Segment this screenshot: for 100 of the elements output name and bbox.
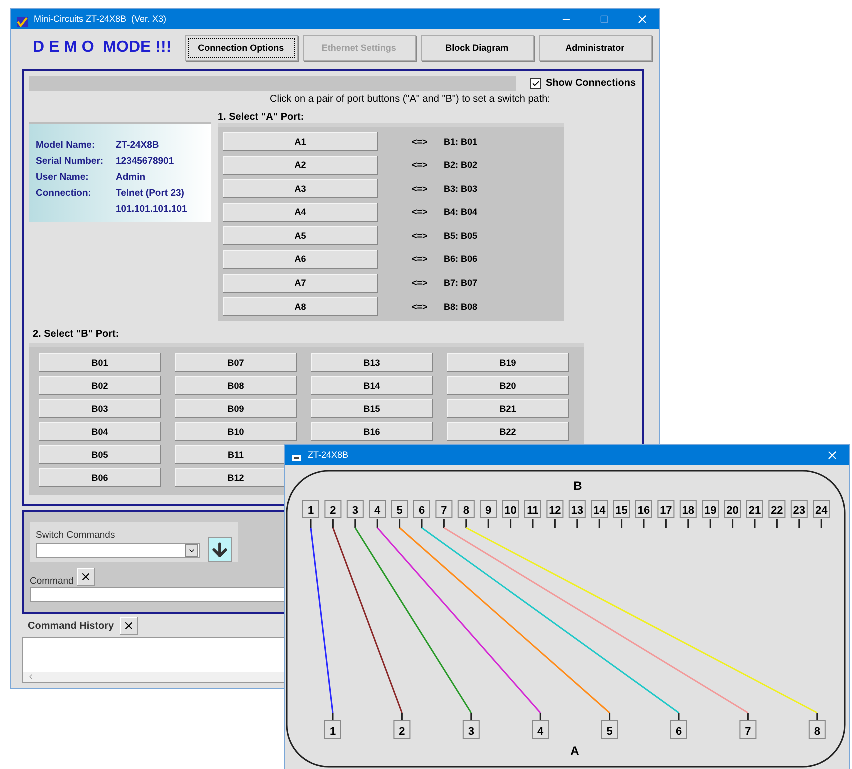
b-port-box: 12 (546, 500, 564, 518)
port-mapping: B6: B06 (444, 254, 478, 264)
link-symbol: <=> (412, 136, 429, 146)
port-button[interactable]: A7 (223, 274, 378, 293)
toolbar-button[interactable]: Block Diagram (420, 35, 534, 61)
app-logo-icon (17, 14, 28, 24)
b-port-box: 5 (391, 500, 408, 518)
port-button[interactable]: A5 (223, 226, 378, 246)
a-port-box: 1 (324, 720, 342, 740)
b-port-box: 23 (790, 500, 808, 518)
port-button[interactable]: A8 (223, 297, 378, 316)
instruction-text: Click on a pair of port buttons ("A" and "B") to set a switch path: (270, 94, 552, 105)
port-mapping: B8: B08 (444, 302, 478, 312)
b-port-box: 4 (369, 500, 386, 518)
port-button[interactable]: B03 (39, 399, 161, 418)
port-mapping: B5: B05 (444, 230, 478, 241)
window-title: Mini-Circuits ZT-24X8B (Ver. X3) (34, 14, 168, 24)
a-port-box: 2 (394, 720, 411, 740)
port-button[interactable]: B14 (311, 376, 433, 396)
link-symbol: <=> (412, 184, 429, 194)
port-button[interactable]: B01 (39, 353, 161, 372)
port-button[interactable]: B05 (39, 445, 161, 464)
apply-down-arrow-button[interactable] (208, 537, 232, 562)
b-port-box: 13 (568, 500, 586, 518)
b-port-box: 14 (591, 500, 608, 518)
b-port-box: 21 (746, 500, 764, 518)
port-button[interactable]: B21 (447, 399, 569, 418)
link-symbol: <=> (412, 302, 429, 312)
demo-mode-label: D E M O MODE !!! (33, 38, 172, 58)
port-button[interactable]: B10 (175, 422, 297, 442)
toolbar-button[interactable]: Connection Options (184, 35, 298, 61)
show-connections-checkbox[interactable]: Show Connections (530, 78, 636, 89)
info-value: 101.101.101.101 (116, 204, 188, 215)
port-button[interactable]: B02 (39, 376, 161, 396)
close-icon (123, 620, 136, 632)
port-button[interactable]: A3 (223, 179, 378, 198)
a-side-label: A (570, 744, 580, 758)
b-port-box: 10 (502, 500, 520, 518)
a-port-box: 7 (740, 720, 757, 740)
toolbar-button[interactable]: Administrator (538, 35, 652, 61)
info-label: User Name: (36, 172, 90, 183)
section-title: 2. Select "B" Port: (33, 329, 120, 340)
port-button[interactable]: B04 (39, 422, 161, 442)
port-button[interactable]: B15 (311, 399, 433, 418)
info-label: Connection: (36, 188, 92, 199)
link-symbol: <=> (412, 230, 429, 241)
port-mapping: B2: B02 (444, 160, 478, 170)
info-label: Serial Number: (36, 156, 105, 167)
close-icon (80, 570, 92, 582)
a-port-box: 3 (462, 720, 480, 740)
b-port-box: 20 (724, 500, 742, 518)
b-port-box: 9 (480, 500, 498, 518)
clear-button[interactable] (76, 568, 95, 586)
port-button[interactable]: B16 (311, 422, 433, 442)
b-port-box: 6 (414, 500, 430, 518)
clear-history-button[interactable] (120, 617, 138, 635)
port-button[interactable]: A1 (223, 132, 378, 151)
check-icon (532, 80, 540, 88)
window-title: ZT-24X8B (308, 450, 350, 460)
port-button[interactable]: B22 (447, 422, 569, 442)
port-button[interactable]: B09 (175, 399, 297, 418)
port-button[interactable]: A4 (223, 202, 378, 222)
b-port-box: 24 (813, 500, 830, 518)
b-port-box: 11 (524, 500, 542, 518)
port-button[interactable]: B06 (39, 468, 161, 488)
info-value: 12345678901 (116, 156, 176, 167)
scroll-left-icon[interactable] (27, 673, 35, 681)
b-port-box: 22 (768, 500, 786, 518)
link-symbol: <=> (412, 160, 429, 170)
checkbox-icon[interactable] (530, 78, 541, 89)
port-mapping: B3: B03 (444, 184, 478, 194)
a-port-box: 5 (601, 720, 618, 740)
b-port-box: 3 (346, 500, 364, 518)
link-symbol: <=> (412, 278, 429, 288)
b-port-box: 2 (324, 500, 342, 518)
checkbox-label: Show Connections (546, 78, 636, 89)
link-symbol: <=> (412, 254, 429, 264)
port-button[interactable]: B20 (447, 376, 569, 396)
port-mapping: B1: B01 (444, 136, 478, 146)
port-button[interactable]: B08 (175, 376, 297, 396)
b-port-box: 8 (458, 500, 475, 518)
port-button[interactable]: B13 (311, 353, 433, 372)
b-port-box: 16 (636, 500, 652, 518)
field-label: Switch Commands (36, 530, 116, 541)
a-port-box: 8 (808, 720, 826, 740)
port-button[interactable]: B19 (447, 353, 569, 372)
b-port-box: 19 (702, 500, 720, 518)
field-label: Command (30, 576, 74, 587)
link-symbol: <=> (412, 207, 429, 218)
port-button[interactable]: A6 (223, 250, 378, 269)
b-port-box: 18 (680, 500, 697, 518)
dropdown-caret-icon[interactable] (185, 544, 198, 557)
info-label: Model Name: (36, 140, 96, 151)
port-button[interactable]: A2 (223, 156, 378, 175)
port-button[interactable]: B07 (175, 353, 297, 372)
switch-commands-dropdown[interactable] (36, 543, 200, 558)
section-title: 1. Select "A" Port: (218, 112, 306, 123)
b-port-box: 7 (436, 500, 453, 518)
info-value: ZT-24X8B (116, 140, 160, 151)
info-value: Telnet (Port 23) (116, 188, 186, 199)
